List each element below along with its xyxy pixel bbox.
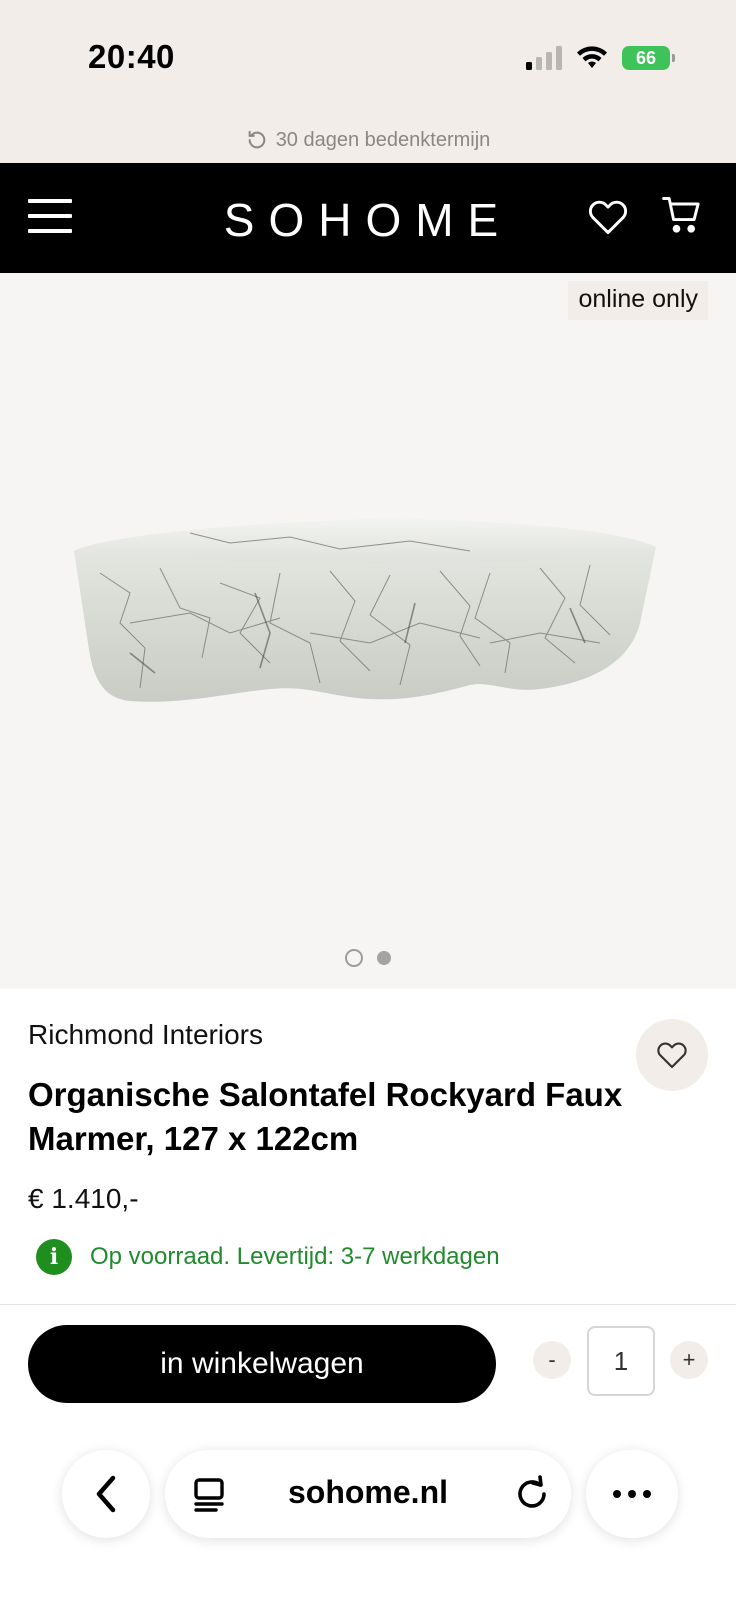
wifi-icon [577, 46, 607, 68]
quantity-input[interactable] [587, 1326, 655, 1396]
cart-icon[interactable] [660, 193, 704, 237]
online-only-badge: online only [568, 281, 708, 320]
more-dots-icon[interactable] [586, 1450, 678, 1538]
browser-toolbar: sohome.nl [0, 1416, 736, 1600]
promo-banner: 30 dagen bedenktermijn [0, 120, 736, 160]
stock-text: Op voorraad. Levertijd: 3-7 werkdagen [90, 1243, 500, 1270]
heart-icon[interactable] [586, 195, 630, 239]
product-brand[interactable]: Richmond Interiors [28, 1019, 263, 1051]
promo-text: 30 dagen bedenktermijn [275, 128, 491, 151]
site-header: SOHOME [0, 163, 736, 273]
stock-status: i Op voorraad. Levertijd: 3-7 werkdagen [36, 1239, 500, 1275]
status-time: 20:40 [88, 38, 175, 75]
product-price: € 1.410,- [28, 1183, 139, 1214]
add-to-cart-bar: in winkelwagen - + [0, 1304, 736, 1416]
quantity-increase-button[interactable]: + [670, 1341, 708, 1379]
status-bar: 20:40 66 [0, 0, 736, 116]
product-image[interactable] [70, 513, 666, 713]
status-icons: 66 [526, 46, 675, 70]
add-to-cart-button[interactable]: in winkelwagen [28, 1325, 496, 1403]
add-to-wishlist-button[interactable] [636, 1019, 708, 1091]
quantity-decrease-button[interactable]: - [533, 1341, 571, 1379]
chevron-left-icon [96, 1475, 116, 1513]
product-info: Richmond Interiors Organische Salontafel… [0, 989, 736, 1309]
carousel-dots [0, 949, 736, 967]
product-image-carousel[interactable]: online only [0, 273, 736, 989]
battery-level: 66 [635, 47, 657, 68]
carousel-dot-1[interactable] [345, 949, 363, 967]
product-title: Organische Salontafel Rockyard Faux Marm… [28, 1076, 623, 1157]
cellular-signal-icon [526, 46, 562, 70]
carousel-dot-2[interactable] [377, 951, 391, 965]
address-bar[interactable]: sohome.nl [165, 1450, 571, 1538]
info-icon: i [36, 1239, 72, 1275]
battery-icon: 66 [622, 46, 675, 70]
heart-icon [657, 1042, 687, 1069]
back-button[interactable] [62, 1450, 150, 1538]
reload-icon[interactable] [511, 1474, 551, 1514]
return-arrow-icon [248, 130, 265, 149]
